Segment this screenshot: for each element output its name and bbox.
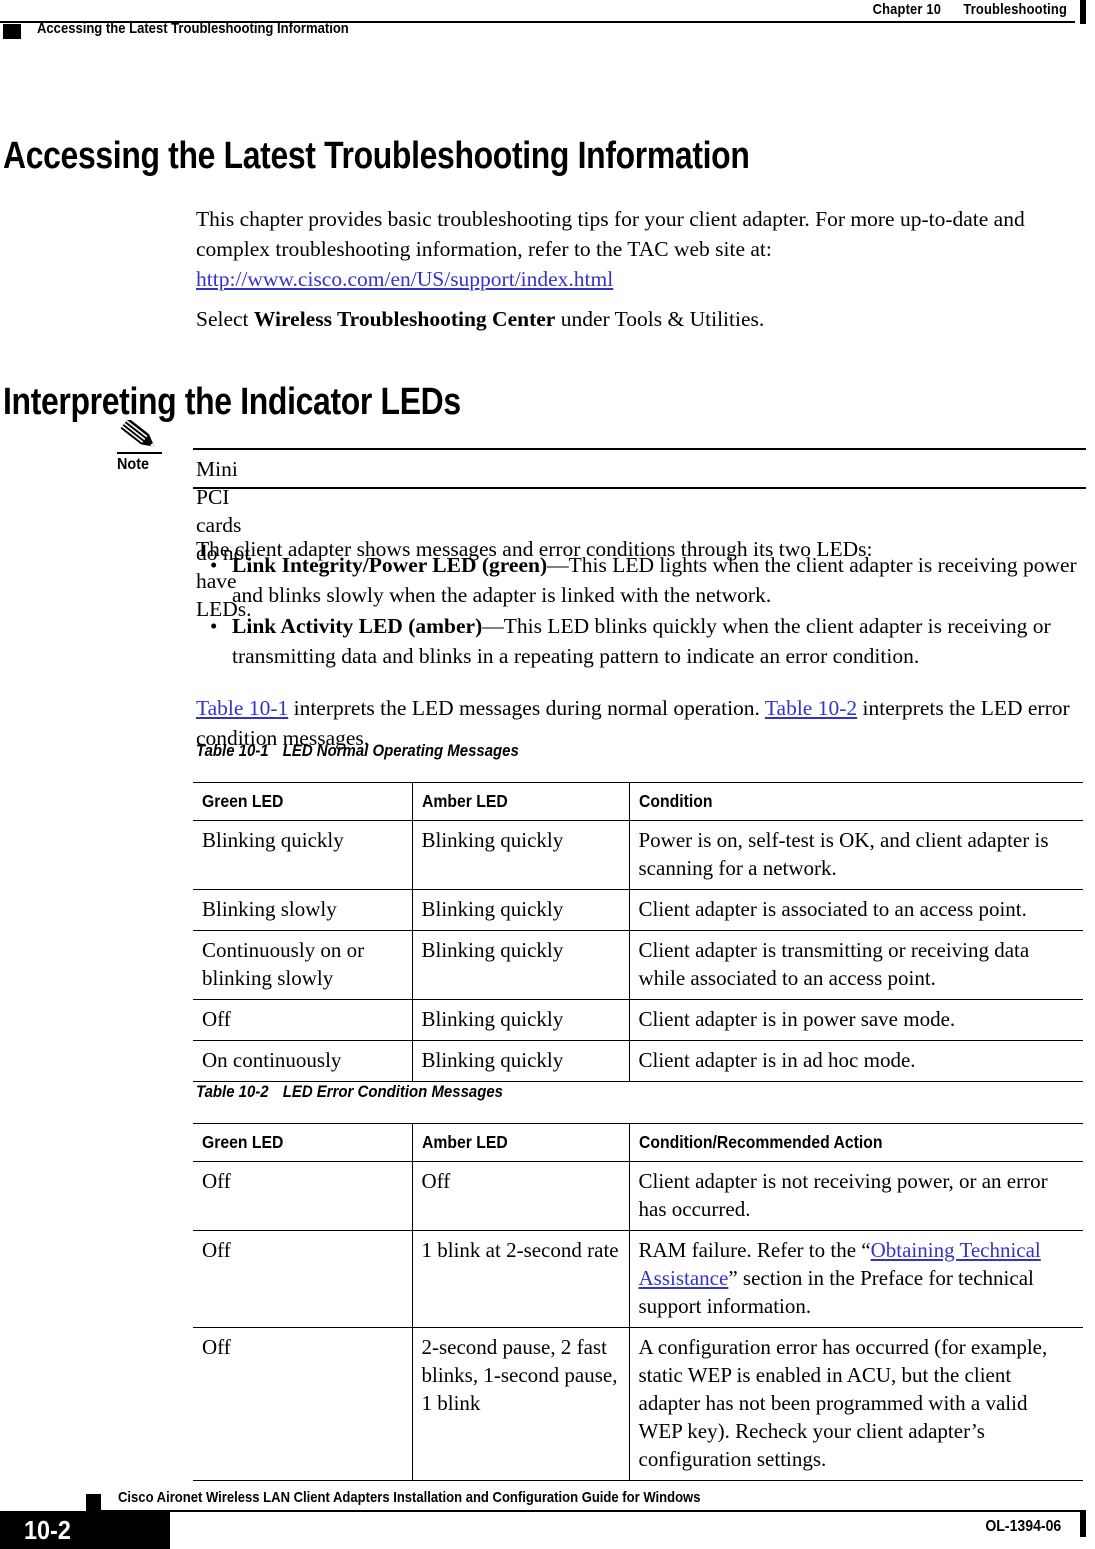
note-label: Note [117,456,150,473]
note-icon-underline [117,452,162,454]
cell-green-led: Blinking quickly [193,820,413,890]
footer-guide-title: Cisco Aironet Wireless LAN Client Adapte… [118,1489,701,1506]
column-header-amber-led: Amber LED [412,782,630,821]
table-row: Off Off Client adapter is not receiving … [193,1161,1083,1231]
table-10-1-caption-title: LED Normal Operating Messages [282,741,519,760]
table-row: Off 1 blink at 2-second rate RAM failure… [193,1230,1083,1328]
table-10-2-caption: Table 10-2 LED Error Condition Messages [196,1082,503,1102]
bullet-icon: • [210,553,218,577]
table-header-row: Green LED Amber LED Condition [193,782,1083,821]
cell-condition: Client adapter is associated to an acces… [629,889,1083,931]
header-left-marker [3,24,21,39]
cell-amber-led: 1 blink at 2-second rate [412,1230,630,1328]
column-header-green-led: Green LED [193,1123,413,1162]
bullet-icon: • [210,614,218,638]
column-header-green-led: Green LED [193,782,413,821]
header-section-title: Accessing the Latest Troubleshooting Inf… [37,20,349,37]
tac-support-link[interactable]: http://www.cisco.com/en/US/support/index… [196,267,613,291]
table-10-1-caption-number: Table 10-1 [196,741,269,760]
cell-condition: Client adapter is transmitting or receiv… [629,930,1083,1000]
table-10-1-crossref-link[interactable]: Table 10-1 [196,696,288,720]
page-title-accessing-latest-troubleshooting-information: Accessing the Latest Troubleshooting Inf… [3,135,750,178]
cell-green-led: Off [193,1161,413,1231]
cell-amber-led: Blinking quickly [412,930,630,1000]
cell-green-led: Continuously on or blinking slowly [193,930,413,1000]
section-title-interpreting-indicator-leds: Interpreting the Indicator LEDs [3,381,461,424]
list-item-link-activity-led: • Link Activity LED (amber)—This LED bli… [196,611,1086,671]
cell-amber-led: Blinking quickly [412,999,630,1041]
select-prefix: Select [196,306,254,331]
cell-condition: Power is on, self-test is OK, and client… [629,820,1083,890]
note-rule-top [193,448,1086,450]
pencil-note-icon [118,418,162,456]
header-right-marker [1080,0,1086,24]
table-10-2-led-error-condition-messages: Green LED Amber LED Condition/Recommende… [193,1123,1083,1481]
header-chapter-title: Troubleshooting [963,1,1067,18]
table-header-row: Green LED Amber LED Condition/Recommende… [193,1123,1083,1162]
table-10-2-crossref-link[interactable]: Table 10-2 [765,696,857,720]
cell-green-led: Off [193,999,413,1041]
footer-left-marker [86,1494,101,1510]
table-row: Continuously on or blinking slowly Blink… [193,930,1083,1000]
cell-amber-led: Blinking quickly [412,1040,630,1082]
intro-paragraph: This chapter provides basic troubleshoot… [196,206,1025,261]
column-header-amber-led: Amber LED [412,1123,630,1162]
cell-condition: Client adapter is in power save mode. [629,999,1083,1041]
page-footer: Cisco Aironet Wireless LAN Client Adapte… [0,1489,1095,1549]
list-item-term: Link Activity LED (amber) [232,614,483,638]
cell-green-led: Blinking slowly [193,889,413,931]
table-10-1-led-normal-operating-messages: Green LED Amber LED Condition Blinking q… [193,782,1083,1082]
cell-amber-led: Blinking quickly [412,889,630,931]
cell-amber-led: 2-second pause, 2 fast blinks, 1-second … [412,1327,630,1481]
tac-url-paragraph: http://www.cisco.com/en/US/support/index… [196,264,1086,294]
select-suffix: under Tools & Utilities. [555,306,765,331]
table-row: Blinking slowly Blinking quickly Client … [193,889,1083,931]
footer-rule [86,1510,1086,1512]
table-row: Off Blinking quickly Client adapter is i… [193,999,1083,1041]
list-item-text: Link Activity LED (amber)—This LED blink… [232,611,1086,671]
page-number: 10-2 [24,1515,71,1545]
xref-mid-text: interprets the LED messages during norma… [288,695,765,720]
note-rule-bottom [193,487,1086,489]
table-row: Off 2-second pause, 2 fast blinks, 1-sec… [193,1327,1083,1481]
cell-condition-action: Client adapter is not receiving power, o… [629,1161,1083,1231]
list-item-text: Link Integrity/Power LED (green)—This LE… [232,550,1086,610]
cell-amber-led: Off [412,1161,630,1231]
list-item-term: Link Integrity/Power LED (green) [232,553,548,577]
cell-green-led: On continuously [193,1040,413,1082]
select-bold-term: Wireless Troubleshooting Center [253,306,556,331]
cell-condition-action: RAM failure. Refer to the “Obtaining Tec… [629,1230,1083,1328]
table-row: On continuously Blinking quickly Client … [193,1040,1083,1082]
column-header-condition-recommended-action: Condition/Recommended Action [629,1123,1083,1162]
select-instruction-paragraph: Select Wireless Troubleshooting Center u… [196,304,1086,334]
cell-green-led: Off [193,1230,413,1328]
page-header: Chapter 10 Troubleshooting Accessing the … [0,0,1095,46]
footer-right-marker [1080,1511,1086,1537]
table-row: Blinking quickly Blinking quickly Power … [193,820,1083,890]
table-10-2-caption-number: Table 10-2 [196,1082,269,1101]
cell-condition: Client adapter is in ad hoc mode. [629,1040,1083,1082]
header-chapter-info: Chapter 10 Troubleshooting [873,1,1067,18]
cell-green-led: Off [193,1327,413,1481]
cell-amber-led: Blinking quickly [412,820,630,890]
footer-document-id: OL-1394-06 [985,1518,1061,1535]
list-item-link-integrity-power-led: • Link Integrity/Power LED (green)—This … [196,550,1086,610]
column-header-condition: Condition [629,782,1083,821]
cell-condition-action: A configuration error has occurred (for … [629,1327,1083,1481]
table-10-1-caption: Table 10-1 LED Normal Operating Messages [196,741,519,761]
table-10-2-caption-title: LED Error Condition Messages [282,1082,503,1101]
header-chapter-label: Chapter 10 [872,1,942,18]
